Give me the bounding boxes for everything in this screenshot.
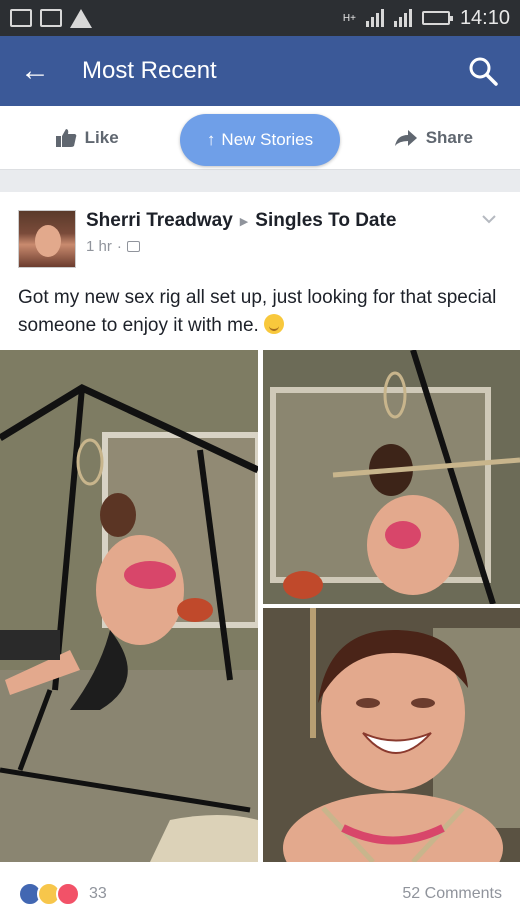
share-arrow-icon (394, 129, 417, 146)
share-label: Share (425, 127, 473, 147)
author-name[interactable]: Sherri Treadway (86, 210, 233, 232)
post-subline: 1 hr · (86, 238, 396, 255)
battery-icon (421, 11, 453, 25)
caret-right-icon: ▶ (239, 215, 249, 228)
photo-2-scene (263, 350, 520, 604)
post-text: Got my new sex rig all set up, just look… (18, 287, 497, 336)
chevron-down-icon[interactable] (480, 210, 498, 228)
post-header: Sherri Treadway ▶ Singles To Date 1 hr · (18, 210, 396, 268)
like-button[interactable]: Like (0, 128, 173, 148)
gallery-icon (40, 9, 62, 27)
dot-separator: · (116, 238, 122, 255)
signal-2-icon (393, 9, 412, 27)
post-time[interactable]: 1 hr (86, 238, 112, 255)
post-photo-3[interactable] (263, 608, 520, 862)
arrow-up-icon: ↑ (206, 130, 216, 149)
arrow-left-icon[interactable]: ← (20, 54, 60, 88)
group-name[interactable]: Singles To Date (255, 210, 396, 232)
status-bar: H+ 14:10 (0, 0, 520, 36)
post-photo-1[interactable] (0, 350, 258, 862)
top-nav-bar: ← Most Recent (0, 36, 520, 106)
status-right: H+ 14:10 (343, 7, 510, 30)
signal-icon (365, 9, 384, 27)
warning-icon (70, 8, 92, 28)
photo-1-scene (0, 350, 258, 862)
reactions-summary[interactable]: 33 (18, 882, 107, 906)
audience-icon (126, 241, 140, 252)
search-icon[interactable] (466, 54, 500, 88)
smiling-emoji-icon (264, 314, 285, 334)
love-reaction-icon (56, 882, 80, 906)
network-type: H+ (342, 12, 356, 24)
avatar[interactable] (18, 210, 76, 268)
new-stories-label: New Stories (221, 130, 314, 149)
page-title: Most Recent (82, 57, 217, 84)
post-names: Sherri Treadway ▶ Singles To Date (86, 210, 396, 232)
comments-count[interactable]: 52 Comments (402, 885, 502, 903)
mail-icon (10, 9, 32, 27)
thumbs-up-icon (55, 128, 76, 147)
status-left-icons (10, 8, 92, 28)
like-label: Like (84, 127, 119, 147)
clock: 14:10 (459, 6, 510, 29)
post-text-block: Got my new sex rig all set up, just look… (18, 284, 498, 340)
reaction-count: 33 (89, 885, 107, 902)
feed-post: Sherri Treadway ▶ Singles To Date 1 hr ·… (0, 192, 520, 924)
share-button[interactable]: Share (347, 128, 520, 148)
post-photo-2[interactable] (263, 350, 520, 604)
photo-3-scene (263, 608, 520, 862)
post-meta: Sherri Treadway ▶ Singles To Date 1 hr · (86, 210, 396, 268)
new-stories-button[interactable]: ↑ New Stories (180, 114, 340, 166)
